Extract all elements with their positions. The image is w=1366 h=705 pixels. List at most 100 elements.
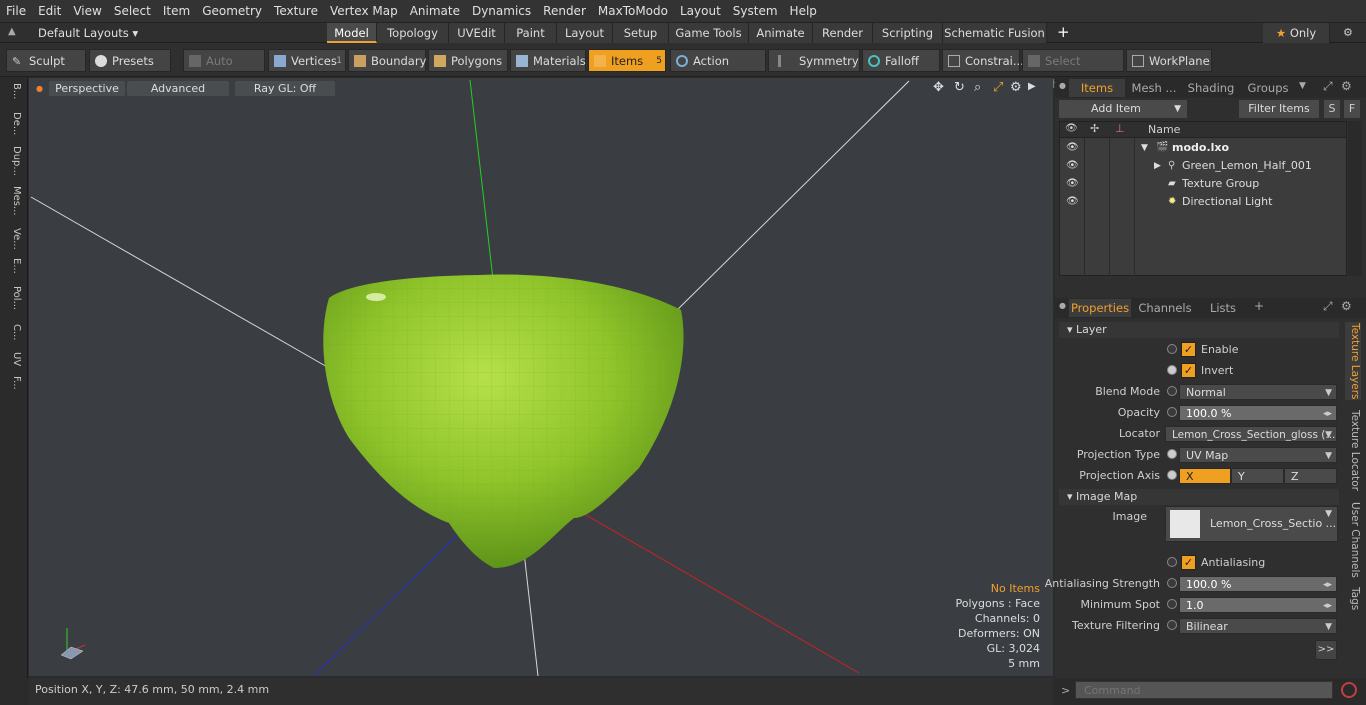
menu-layout[interactable]: Layout [674,4,727,18]
side-tab-user-channels[interactable]: User Channels [1345,502,1361,578]
opacity-radio[interactable] [1167,407,1177,417]
symmetry-button[interactable]: Symmetry [768,49,860,72]
menu-view[interactable]: View [67,4,107,18]
axis-x-button[interactable]: X [1179,468,1231,484]
menu-select[interactable]: Select [108,4,157,18]
enable-radio[interactable] [1167,344,1177,354]
tab-items[interactable]: Items [1069,79,1125,97]
left-tab-c[interactable]: C... [4,324,22,341]
tab-properties[interactable]: Properties [1069,299,1131,317]
tab-uvedit[interactable]: UVEdit [449,23,505,43]
stepper-icon[interactable]: ◂▸ [1323,406,1332,422]
invert-checkbox[interactable]: ✓ [1181,363,1196,378]
maximize-icon[interactable]: ⤢ [1323,79,1333,94]
menu-render[interactable]: Render [537,4,592,18]
invert-radio[interactable] [1167,365,1177,375]
left-tab-ve[interactable]: Ve... [4,228,22,250]
add-item-button[interactable]: Add Item ▼ [1059,100,1187,118]
perspective-button[interactable]: Perspective [49,81,125,96]
tree-row-mesh[interactable]: 👁 ▶ ⚲ Green_Lemon_Half_001 [1064,157,1350,175]
tree-row-directional-light[interactable]: 👁 ✹ Directional Light [1064,193,1350,211]
tab-mesh[interactable]: Mesh ... [1127,79,1181,97]
rotate-icon[interactable]: ↻ [954,80,965,95]
tab-channels[interactable]: Channels [1135,299,1195,317]
viewport-gear-icon[interactable]: ⚙ [1010,80,1022,95]
stepper-icon[interactable]: ◂▸ [1323,598,1332,614]
raygl-button[interactable]: Ray GL: Off [235,81,335,96]
layout-dropdown[interactable]: Default Layouts ▾ [38,26,138,40]
left-tab-uv[interactable]: UV [4,352,22,366]
minimum-spot-field[interactable]: 1.0 ◂▸ [1179,597,1337,613]
tab-render[interactable]: Render [813,23,873,43]
viewport-menu-dot[interactable]: ● [36,84,43,93]
left-tab-de[interactable]: De... [4,112,22,135]
tab-animate[interactable]: Animate [749,23,813,43]
enable-checkbox[interactable]: ✓ [1181,342,1196,357]
projection-type-radio[interactable] [1167,449,1177,459]
blend-mode-radio[interactable] [1167,386,1177,396]
viewport-expand-icon[interactable]: ▶ [1028,81,1036,92]
menu-system[interactable]: System [727,4,784,18]
materials-button[interactable]: Materials [510,49,586,72]
layer-section[interactable]: ▾ Layer [1059,322,1339,338]
tab-scripting[interactable]: Scripting [873,23,943,43]
action-center-button[interactable]: Action Center [670,49,766,91]
tab-topology[interactable]: Topology [377,23,449,43]
fit-icon[interactable]: ⤢ [993,80,1003,95]
tab-groups[interactable]: Groups [1241,79,1295,97]
stepper-icon[interactable]: ◂▸ [1323,577,1332,593]
tab-dropdown-icon[interactable]: ▼ [1299,81,1306,91]
visibility-eye-icon[interactable]: 👁 [1066,193,1079,211]
pan-icon[interactable]: ✥ [933,80,944,95]
add-tab-icon[interactable]: + [1057,23,1070,41]
visibility-eye-icon[interactable]: 👁 [1066,175,1079,193]
side-tab-texture-layers[interactable]: Texture Layers [1345,322,1361,400]
left-tab-e[interactable]: E... [4,258,22,274]
left-tab-dup[interactable]: Dup... [4,146,22,176]
s-button[interactable]: S [1324,100,1340,118]
constraints-button[interactable]: Constrai... [942,49,1024,72]
panel-menu-dot[interactable]: ● [1059,301,1066,310]
only-toggle[interactable]: ★ Only [1263,23,1330,43]
3d-viewport[interactable]: ● Perspective Advanced Ray GL: Off ✥ ↻ ⌕… [29,78,1053,676]
command-input[interactable] [1075,681,1333,699]
maximize-icon[interactable]: ⤢ [1323,299,1333,314]
left-tab-mes[interactable]: Mes... [4,186,22,216]
opacity-field[interactable]: 100.0 % ◂▸ [1179,405,1337,421]
menu-file[interactable]: File [0,4,32,18]
collapse-arrow-icon[interactable]: ▶ [1154,157,1161,175]
menu-edit[interactable]: Edit [32,4,67,18]
record-icon[interactable] [1341,682,1357,698]
add-tab-icon[interactable]: + [1254,299,1264,313]
gear-icon[interactable]: ⚙ [1343,26,1353,39]
visibility-eye-icon[interactable]: 👁 [1066,157,1079,175]
advanced-button[interactable]: Advanced [127,81,229,96]
tree-row-modo-lxo[interactable]: 👁 ▼ 🎬 modo.lxo [1064,139,1350,157]
axis-z-button[interactable]: Z [1284,468,1337,484]
texture-filtering-select[interactable]: Bilinear ▼ [1179,618,1337,634]
left-tab-f[interactable]: F... [4,376,22,390]
image-select[interactable]: Lemon_Cross_Sectio ... ▼ [1165,506,1338,542]
texture-filtering-radio[interactable] [1167,620,1177,630]
panel-menu-dot[interactable]: ● [1059,81,1066,90]
f-button[interactable]: F [1344,100,1360,118]
left-tab-b[interactable]: B... [4,83,22,99]
menu-texture[interactable]: Texture [268,4,324,18]
tree-row-texture-group[interactable]: 👁 ▰ Texture Group [1064,175,1350,193]
falloff-button[interactable]: Falloff [862,49,940,72]
select-through-button[interactable]: Select Through [1022,49,1124,91]
tab-layout[interactable]: Layout [557,23,613,43]
menu-geometry[interactable]: Geometry [196,4,268,18]
image-map-section[interactable]: ▾ Image Map [1059,489,1339,505]
side-tab-tags[interactable]: Tags [1345,585,1361,613]
minimum-spot-radio[interactable] [1167,599,1177,609]
tab-shading[interactable]: Shading [1183,79,1239,97]
blend-mode-select[interactable]: Normal ▼ [1179,384,1337,400]
side-tab-texture-locator[interactable]: Texture Locator [1345,408,1361,493]
axis-y-button[interactable]: Y [1231,468,1284,484]
workplane-button[interactable]: WorkPlane [1126,49,1212,72]
aa-strength-field[interactable]: 100.0 % ◂▸ [1179,576,1337,592]
menu-vertex-map[interactable]: Vertex Map [324,4,404,18]
auto-select-button[interactable]: Auto Select [183,49,265,91]
locator-select[interactable]: Lemon_Cross_Section_gloss (... ▼ [1165,426,1337,442]
